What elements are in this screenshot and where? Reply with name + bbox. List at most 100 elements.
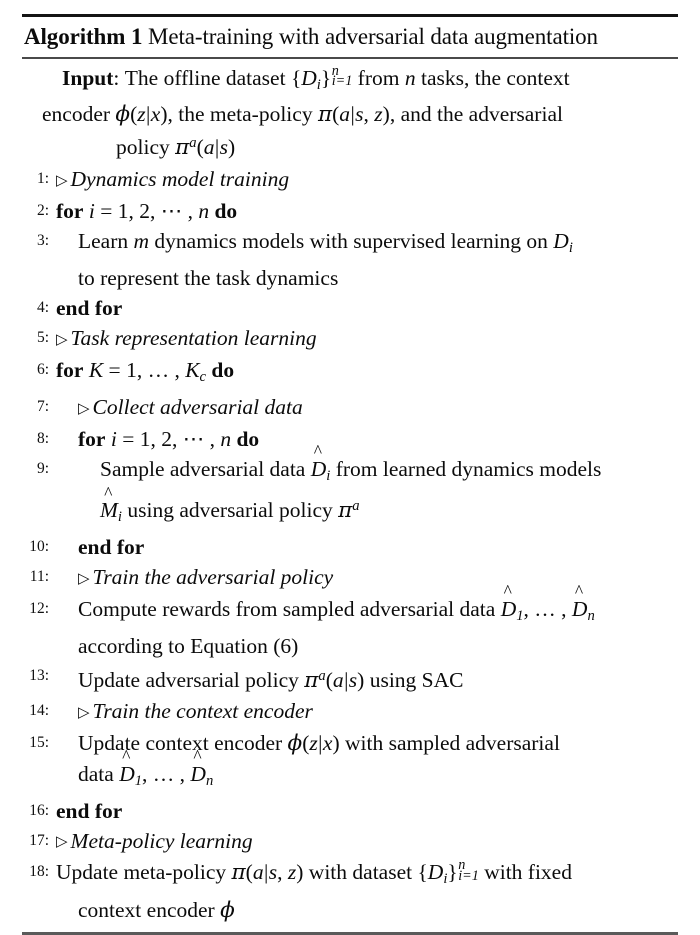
input-text-b: from (352, 66, 405, 90)
algorithm-step: 13: Update adversarial policy πa(a|s) us… (22, 661, 678, 696)
step-line: Learn m dynamics models with supervised … (56, 226, 678, 263)
step-text-c: with fixed (478, 860, 572, 885)
step-text-b: with sampled adversarial (339, 730, 560, 755)
keyword-for: for (78, 426, 106, 451)
step-number: 1: (36, 170, 49, 188)
step-number: 14: (29, 701, 49, 719)
input-text-c: tasks, the context (415, 66, 570, 90)
loop-bound-subscript: c (199, 368, 207, 385)
step-line: ▷ Train the context encoder (56, 696, 678, 728)
step-body: end for (56, 532, 678, 562)
math-D1-subscript: 1 (134, 772, 143, 789)
math-x: x (322, 730, 333, 755)
set-open-brace: { (417, 860, 428, 885)
algorithm-step: 18: Update meta-policy π(a|s, z) with da… (22, 857, 678, 925)
math-Dn-subscript: n (205, 772, 214, 789)
algorithm-step: 15: Update context encoder ϕ(z|x) with s… (22, 728, 678, 796)
math-pi: π (304, 667, 319, 693)
step-text: Update meta-policy (56, 860, 232, 885)
keyword-end-for: end for (56, 295, 123, 320)
step-number: 16: (29, 801, 49, 819)
step-text: Sample adversarial data (100, 456, 311, 481)
algorithm-step: 17: ▷ Meta-policy learning (22, 826, 678, 858)
step-line: for i = 1, 2, ⋯ , n do (56, 424, 678, 454)
math-s: s (348, 667, 358, 692)
math-D: D (553, 228, 569, 253)
math-M-hat: ^ M (100, 484, 118, 525)
set-open-brace: { (290, 66, 302, 90)
input-line-2: encoder ϕ(z|x), the meta-policy π(a|s, z… (42, 100, 676, 129)
step-line: Update context encoder ϕ(z|x) with sampl… (56, 728, 678, 759)
math-D-hat: ^ D (311, 443, 327, 484)
step-text-b: from learned dynamics models (330, 456, 602, 481)
math-D-subscript: i (568, 239, 573, 256)
step-number: 15: (29, 733, 49, 751)
math-a: a (339, 102, 351, 127)
algorithm-step: 3: Learn m dynamics models with supervis… (22, 226, 678, 293)
algorithm-step: 7: ▷ Collect adversarial data (22, 392, 678, 424)
step-text-d: context encoder (78, 897, 221, 922)
triangle-marker-icon: ▷ (56, 331, 68, 348)
step-number: 6: (36, 360, 49, 378)
ellipsis: , … , (142, 761, 191, 786)
step-line-cont: according to Equation (6) (78, 633, 299, 658)
step-line: ▷ Collect adversarial data (56, 392, 678, 424)
step-comment: Train the context encoder (92, 698, 313, 723)
math-z: z (137, 102, 146, 127)
algorithm-step: 14: ▷ Train the context encoder (22, 696, 678, 728)
math-s-2: s (219, 135, 229, 160)
step-number: 5: (36, 328, 49, 346)
algorithm-step: 1: ▷ Dynamics model training (22, 164, 678, 196)
step-number: 4: (36, 298, 49, 316)
paren-close-3: ) (228, 135, 236, 160)
algorithm-step: 8: for i = 1, 2, ⋯ , n do (22, 424, 678, 454)
step-comment: Meta-policy learning (70, 828, 253, 853)
step-number: 11: (29, 567, 49, 585)
step-line: for i = 1, 2, ⋯ , n do (56, 196, 678, 226)
math-comma: , (363, 102, 375, 127)
step-body: Sample adversarial data ^ Di from learned… (56, 443, 678, 532)
algorithm-step: 5: ▷ Task representation learning (22, 323, 678, 355)
paren-open: ( (325, 667, 333, 692)
set-close-brace: } (320, 66, 332, 90)
loop-bound: K (185, 357, 200, 382)
input-label: Input (62, 66, 114, 90)
input-text-adversarial: , and the adversarial (389, 102, 563, 127)
math-z: z (287, 860, 297, 885)
paren-close: ) (160, 102, 168, 127)
step-line-cont: ^ Mi using adversarial policy πa (56, 484, 678, 532)
math-pi-superscript: a (189, 135, 197, 152)
step-text-b: with dataset (303, 860, 418, 885)
keyword-end-for: end for (56, 798, 123, 823)
step-line: ▷ Task representation learning (56, 323, 678, 355)
step-body: for K = 1, … , Kc do (56, 355, 678, 392)
algorithm-step: 10: end for (22, 532, 678, 562)
math-pi: π (338, 497, 353, 523)
step-line: for K = 1, … , Kc do (56, 355, 678, 392)
loop-bound: n (198, 198, 210, 223)
algorithm-step: 2: for i = 1, 2, ⋯ , n do (22, 196, 678, 226)
input-block: Input: The offline dataset {Di} n i=1 from… (22, 63, 678, 162)
step-number: 3: (36, 231, 49, 249)
math-z-2: z (374, 102, 383, 127)
loop-range: 1, … , (126, 357, 186, 382)
math-phi: ϕ (220, 897, 235, 923)
step-body: ▷ Dynamics model training (56, 164, 678, 196)
step-body: ▷ Meta-policy learning (56, 826, 678, 858)
step-number: 13: (29, 666, 49, 684)
step-body: Learn m dynamics models with supervised … (56, 226, 678, 293)
math-s: s (355, 102, 364, 127)
math-n: n (404, 66, 416, 90)
paren-open: ( (245, 860, 253, 885)
bottom-rule (22, 931, 678, 935)
triangle-marker-icon: ▷ (78, 570, 90, 587)
math-D: D (301, 66, 317, 90)
math-s: s (268, 860, 278, 885)
algorithm-step: 12: Compute rewards from sampled adversa… (22, 583, 678, 661)
triangle-marker-icon: ▷ (56, 172, 68, 189)
step-body: ▷ Train the adversarial policy (56, 562, 678, 594)
step-body: for i = 1, 2, ⋯ , n do (56, 424, 678, 454)
math-comma: , (277, 860, 288, 885)
step-body: ▷ Collect adversarial data (56, 392, 678, 424)
equals-sign: = (103, 357, 127, 382)
